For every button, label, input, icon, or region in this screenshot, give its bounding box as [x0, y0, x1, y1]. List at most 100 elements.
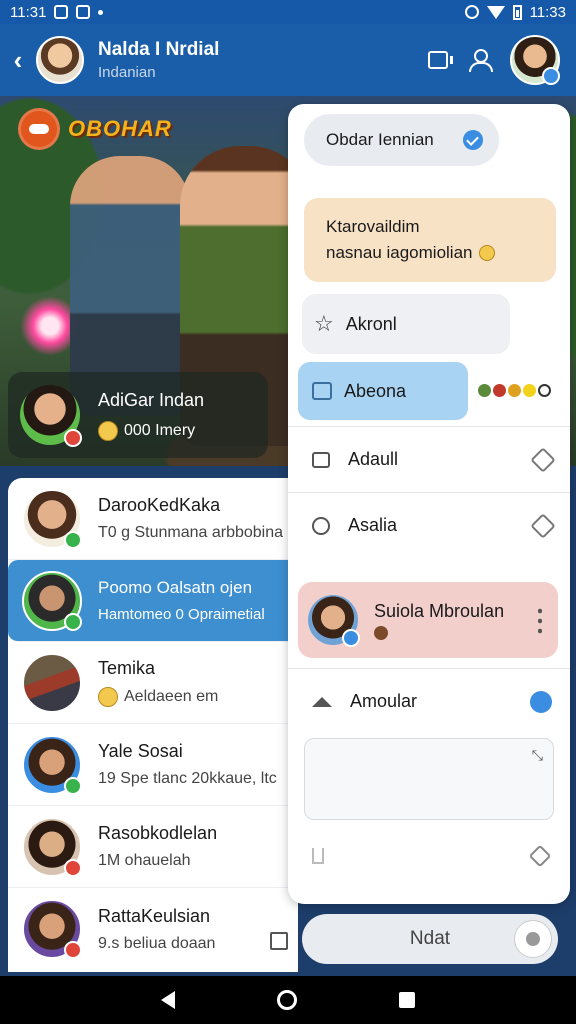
- status-bar: 11:31 11:33: [0, 0, 576, 24]
- like-icon: [312, 382, 332, 400]
- status-badge: [64, 941, 82, 959]
- nav-back-icon[interactable]: [161, 991, 175, 1009]
- last-message: Hamtomeo 0 Opraimetial: [98, 606, 265, 623]
- logo-mark-icon: [18, 108, 60, 150]
- verified-badge: [342, 629, 360, 647]
- status-badge: [64, 612, 82, 631]
- chevron-icon: [530, 446, 556, 473]
- chat-title: Nalda I Nrdial: [98, 39, 220, 60]
- avatar: [22, 816, 82, 877]
- contact-name: Yale Sosai: [98, 741, 183, 761]
- list-item[interactable]: Temika Aeldaeen em: [8, 642, 298, 724]
- contact-name: Temika: [98, 658, 156, 678]
- media-icon: [76, 5, 91, 19]
- location-icon[interactable]: [528, 844, 552, 868]
- alarm-icon: [464, 5, 479, 19]
- avatar: [308, 595, 360, 647]
- contact-name: DarooKedKaka: [98, 495, 221, 515]
- status-badge: [64, 858, 82, 877]
- shared-contact-name: Suiola Mbroulan: [374, 600, 505, 621]
- battery-icon: [512, 4, 522, 20]
- reaction-icon: [478, 384, 491, 397]
- system-nav-bar: [0, 976, 576, 1024]
- message-bubble-starred[interactable]: ☆ Akronl: [302, 294, 510, 354]
- list-item[interactable]: Rasobkodlelan 1M ohauelah: [8, 806, 298, 888]
- avatar: [22, 570, 82, 631]
- starred-label: Akronl: [345, 313, 397, 334]
- document-icon: [312, 451, 330, 468]
- app-bar: ‹ Nalda I Nrdial Indanian: [0, 24, 576, 96]
- collapse-icon[interactable]: ⤡: [532, 747, 543, 764]
- video-call-icon[interactable]: [428, 51, 453, 69]
- last-message: 19 Spe tlanc 20kkaue, ltc: [98, 770, 277, 787]
- last-message: 9.s beliua doaan: [98, 934, 216, 952]
- contact-name: RattaKeulsian: [98, 905, 211, 926]
- message-bubble-liked[interactable]: Abeona: [298, 362, 468, 420]
- status-badge: [64, 530, 82, 549]
- note-line-1: Ktarovaildim: [326, 217, 420, 236]
- group-chip[interactable]: Obdar Iennian: [304, 114, 499, 166]
- back-button[interactable]: ‹: [0, 45, 36, 76]
- status-badge: [64, 776, 82, 795]
- chat-list: DarooKedKaka T0 g Stunmana arbbobina Poo…: [8, 478, 298, 972]
- featured-user-name: AdiGar Indan: [98, 389, 205, 410]
- profile-avatar[interactable]: [510, 35, 560, 85]
- emoji-icon: [374, 625, 388, 640]
- avatar: [22, 734, 82, 795]
- attachment-icon[interactable]: [312, 848, 324, 864]
- chat-header[interactable]: Nalda I Nrdial Indanian: [98, 39, 219, 81]
- last-message: T0 g Stunmana arbbobina: [98, 524, 284, 541]
- send-button[interactable]: [514, 920, 552, 958]
- avatar: [20, 385, 82, 447]
- option-row[interactable]: Amoular: [288, 668, 570, 734]
- text-area[interactable]: ⤡: [304, 738, 554, 820]
- pinned-note[interactable]: Ktarovaildim nasnau iagomiolian: [304, 198, 556, 282]
- verified-badge: [542, 67, 560, 85]
- verified-icon: [530, 690, 552, 713]
- reaction-icon: [508, 384, 521, 397]
- star-icon: ☆: [314, 311, 334, 336]
- wifi-icon: [486, 5, 505, 19]
- avatar: [22, 652, 82, 713]
- chevron-icon: [530, 512, 556, 539]
- reaction-icon: [493, 384, 506, 397]
- note-line-2: nasnau iagomiolian: [326, 243, 473, 262]
- more-options-icon[interactable]: [538, 606, 542, 634]
- status-time-right: 11:33: [529, 3, 566, 21]
- nav-home-icon[interactable]: [277, 990, 297, 1010]
- contact-icon[interactable]: [468, 49, 493, 72]
- chat-subtitle: Indanian: [98, 64, 156, 81]
- nav-recents-icon[interactable]: [399, 992, 415, 1008]
- message-input-placeholder: Ndat: [409, 928, 451, 949]
- option-row[interactable]: Adaull: [288, 426, 570, 492]
- game-logo: OBOHAR: [18, 108, 172, 150]
- contact-name: Rasobkodlelan: [98, 823, 218, 843]
- clock-icon: [312, 516, 330, 535]
- chat-avatar[interactable]: [36, 36, 84, 84]
- reaction-row[interactable]: [478, 384, 551, 397]
- option-label: Asalia: [348, 515, 398, 535]
- list-item[interactable]: RattaKeulsian 9.s beliua doaan: [8, 888, 298, 970]
- last-message: 1M ohauelah: [98, 852, 191, 869]
- logo-text: OBOHAR: [68, 116, 172, 141]
- add-reaction-icon[interactable]: [538, 384, 551, 397]
- list-item[interactable]: DarooKedKaka T0 g Stunmana arbbobina: [8, 478, 298, 560]
- avatar: [22, 899, 82, 959]
- dot-icon: [98, 9, 104, 15]
- featured-user-meta: 000 Imery: [124, 421, 196, 439]
- list-item[interactable]: Poomo Oalsatn ojen Hamtomeo 0 Opraimetia…: [8, 560, 298, 642]
- featured-user-card[interactable]: AdiGar Indan 000 Imery: [8, 372, 268, 458]
- shared-contact-card[interactable]: Suiola Mbroulan: [298, 582, 558, 658]
- compose-icon[interactable]: [270, 932, 288, 950]
- chat-options-panel: Obdar Iennian Ktarovaildim nasnau iagomi…: [288, 104, 570, 904]
- smile-icon: [478, 245, 495, 261]
- option-label: Amoular: [350, 691, 418, 711]
- list-item[interactable]: Yale Sosai 19 Spe tlanc 20kkaue, ltc: [8, 724, 298, 806]
- option-row[interactable]: Asalia: [288, 492, 570, 558]
- contact-name: Poomo Oalsatn ojen: [98, 578, 253, 597]
- last-message: Aeldaeen em: [124, 688, 219, 705]
- reaction-icon: [523, 384, 536, 397]
- liked-label: Abeona: [344, 380, 407, 401]
- notification-icon: [54, 5, 69, 19]
- message-input[interactable]: Ndat: [302, 914, 558, 964]
